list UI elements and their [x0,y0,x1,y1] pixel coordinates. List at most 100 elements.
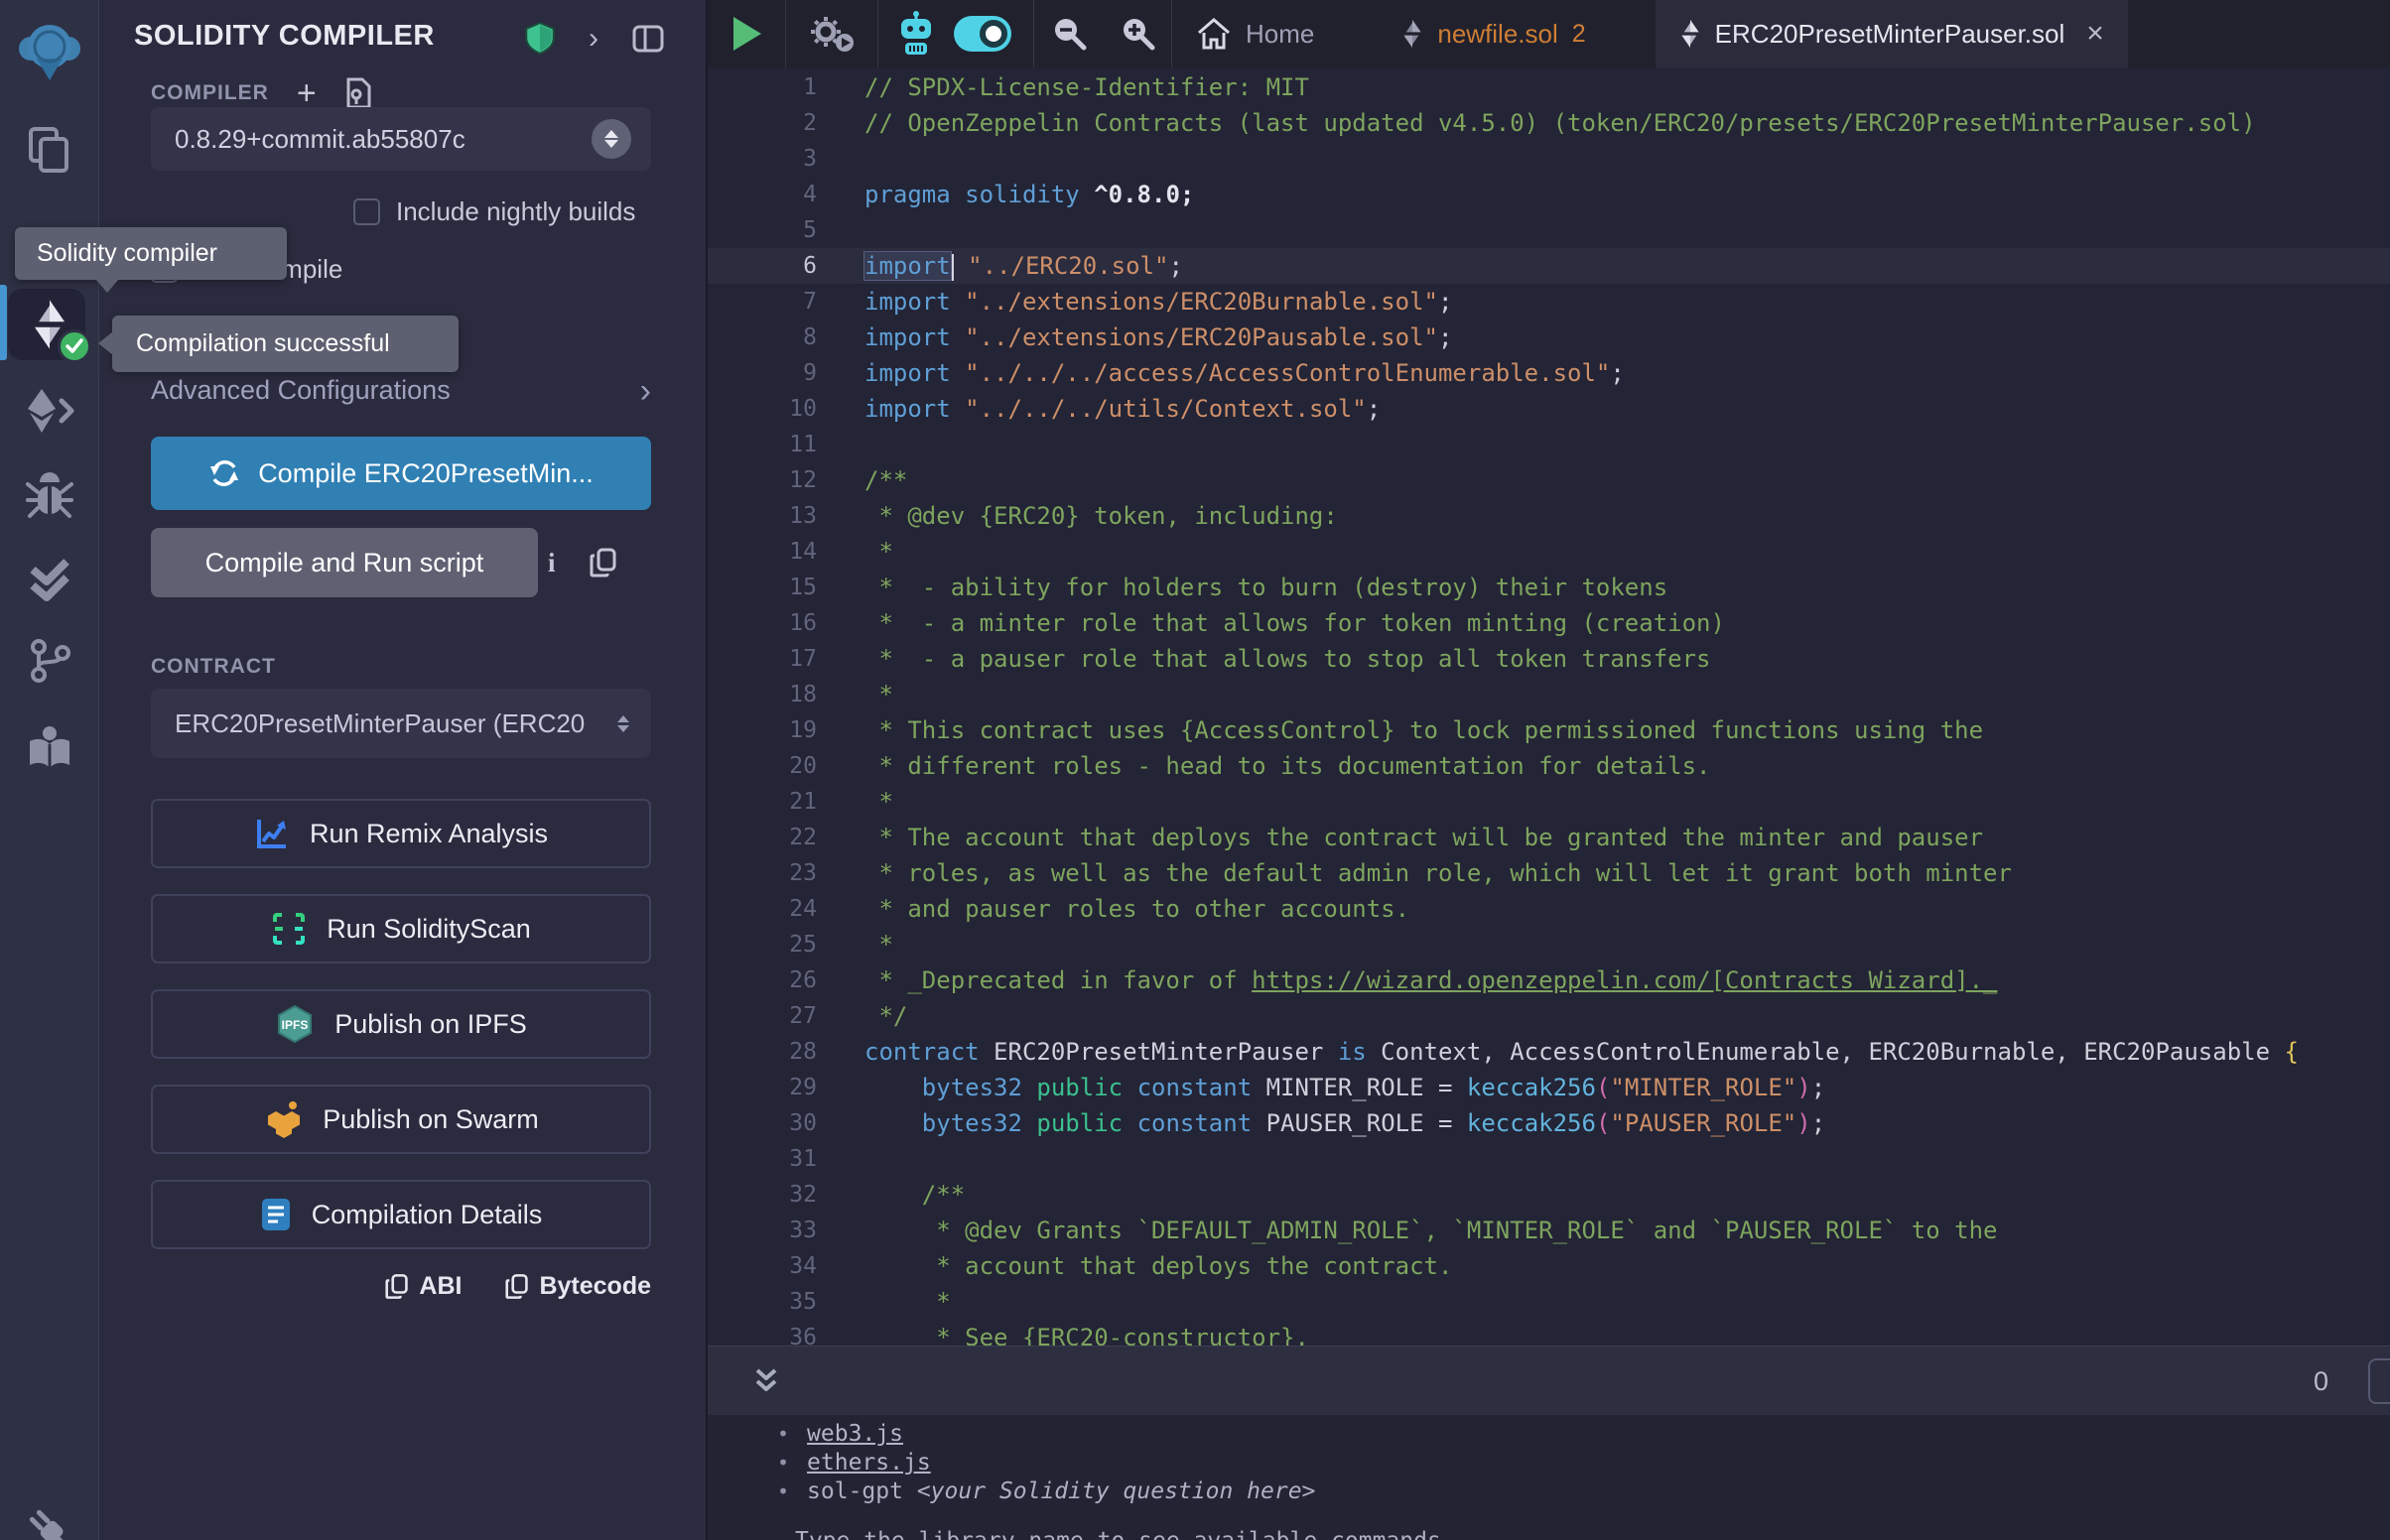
run-remix-analysis-label: Run Remix Analysis [310,819,548,849]
code-editor[interactable]: 1// SPDX-License-Identifier: MIT2// Open… [708,67,2390,1346]
compilation-details-label: Compilation Details [312,1200,543,1230]
line-number: 25 [708,927,817,962]
chevron-expand-icon: › [640,376,651,406]
remix-ide-window: SOLIDITY COMPILER › COMPILER + 0.8.29+co… [0,0,2390,1540]
run-script-button[interactable] [708,15,785,53]
sidebar-item-debugger[interactable] [14,460,85,532]
deploy-run-icon [24,387,75,435]
terminal-line: • sol-gpt <your Solidity question here> [777,1478,1315,1504]
compiler-version-select[interactable]: 0.8.29+commit.ab55807c [151,107,651,171]
terminal-line: • ethers.js [777,1450,931,1476]
zoom-in-button[interactable] [1106,14,1171,54]
tab-erc20-preset[interactable]: ERC20PresetMinterPauser.sol × [1656,0,2128,67]
tab-newfile[interactable]: newfile.sol 2 [1378,0,1609,67]
line-number: 31 [708,1141,817,1177]
sidebar-item-file-explorer[interactable] [14,113,85,185]
code-line: 33 * @dev Grants `DEFAULT_ADMIN_ROLE`, `… [708,1213,2390,1248]
run-solidityscan-button[interactable]: Run SolidityScan [151,894,651,963]
refresh-icon [208,457,240,489]
swarm-icon [263,1099,303,1139]
publish-ipfs-button[interactable]: IPFS Publish on IPFS [151,989,651,1059]
home-icon [1196,17,1232,51]
code-line: 34 * account that deploys the contract. [708,1248,2390,1284]
line-number: 9 [708,355,817,391]
nightly-builds-checkbox[interactable] [353,198,380,225]
gears-icon [808,12,856,56]
contract-select-value: ERC20PresetMinterPauser (ERC20 [175,708,585,739]
copy-icon [385,1273,409,1300]
contract-select[interactable]: ERC20PresetMinterPauser (ERC20 [151,689,651,758]
page-title: SOLIDITY COMPILER [134,20,435,53]
ipfs-icon: IPFS [275,1004,315,1044]
code-line: 4pragma solidity ^0.8.0; [708,177,2390,212]
compile-and-run-button[interactable]: Compile and Run script [151,528,538,597]
zoom-out-button[interactable] [1034,14,1106,54]
code-line: 12/** [708,462,2390,498]
shield-icon [525,22,555,55]
remix-logo[interactable] [14,16,85,87]
publish-swarm-button[interactable]: Publish on Swarm [151,1085,651,1154]
line-number: 13 [708,498,817,534]
select-arrows-icon [617,715,629,732]
web3-link[interactable]: web3.js [807,1421,903,1447]
ethers-link[interactable]: ethers.js [807,1450,931,1476]
tab-home[interactable]: Home [1172,0,1338,67]
script-runner-config-button[interactable] [786,12,877,56]
line-number: 34 [708,1248,817,1284]
file-badge-icon[interactable] [344,77,372,109]
code-line: 5 [708,212,2390,248]
code-line: 26 * _Deprecated in favor of https://wiz… [708,962,2390,998]
solidity-file-icon [1401,19,1423,49]
active-plugin-indicator [0,285,7,360]
sidebar-item-git[interactable] [14,625,85,697]
tooltip-compilation-successful: Compilation successful [112,316,459,372]
terminal-listen-count: 0 [2314,1347,2328,1416]
panel-layout-icon[interactable] [632,25,664,53]
advanced-configurations[interactable]: Advanced Configurations › [151,375,651,406]
line-number: 24 [708,891,817,927]
code-line: 19 * This contract uses {AccessControl} … [708,712,2390,748]
line-number: 4 [708,177,817,212]
terminal-expand-icon[interactable] [751,1364,781,1398]
publish-ipfs-label: Publish on IPFS [334,1009,527,1040]
sidebar-item-deploy-run[interactable] [14,375,85,447]
run-remix-analysis-button[interactable]: Run Remix Analysis [151,799,651,868]
ai-assistant-button[interactable] [878,11,954,57]
copy-bytecode-button[interactable]: Bytecode [505,1272,651,1301]
ai-copilot-toggle[interactable] [954,16,1011,52]
code-line: 35 * [708,1284,2390,1320]
terminal-output[interactable]: • web3.js • ethers.js • sol-gpt <your So… [708,1415,2390,1540]
solgpt-placeholder: <your Solidity question here> [917,1478,1316,1504]
tab-newfile-label: newfile.sol [1437,19,1557,50]
code-line: 6import "../ERC20.sol"; [708,248,2390,284]
info-icon[interactable]: i [548,548,556,578]
compile-button[interactable]: Compile ERC20PresetMin... [151,437,651,510]
line-number: 11 [708,427,817,462]
terminal-search-input[interactable] [2368,1358,2390,1404]
zoom-in-icon [1119,14,1158,54]
solidity-compiler-icon[interactable] [14,289,85,360]
line-number: 36 [708,1320,817,1346]
line-number: 2 [708,105,817,141]
sidebar-item-plugin-manager[interactable] [14,1494,85,1540]
tab-close-icon[interactable]: × [2086,17,2104,51]
analysis-chart-icon [254,816,290,851]
solidity-file-icon [1679,19,1701,49]
abi-label: ABI [419,1272,462,1301]
code-line: 15 * - ability for holders to burn (dest… [708,570,2390,605]
code-line: 30 bytes32 public constant PAUSER_ROLE =… [708,1105,2390,1141]
add-compiler-icon[interactable]: + [297,78,317,108]
select-arrows-icon [592,119,631,159]
sidebar-item-unit-testing[interactable] [14,544,85,615]
line-number: 27 [708,998,817,1034]
line-number: 17 [708,641,817,677]
copy-abi-button[interactable]: ABI [385,1272,462,1301]
copy-icon[interactable] [590,548,617,578]
compilation-details-button[interactable]: Compilation Details [151,1180,651,1249]
file-explorer-icon [27,125,72,173]
sidebar-item-learneth[interactable] [14,712,85,784]
tooltip-arrow-down [95,279,119,293]
code-line: 27 */ [708,998,2390,1034]
tooltip-arrow-left [98,331,113,355]
chevron-right-icon[interactable]: › [589,24,598,54]
